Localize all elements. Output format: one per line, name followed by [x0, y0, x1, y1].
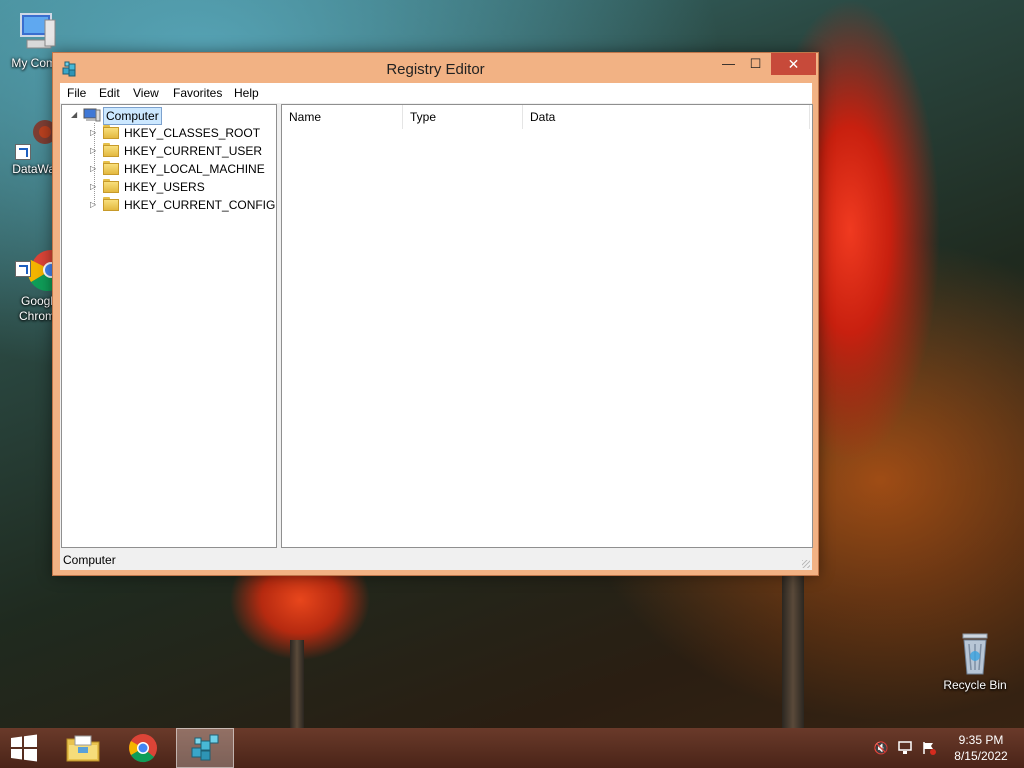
- menu-bar: File Edit View Favorites Help: [60, 83, 812, 103]
- folder-icon: [103, 161, 119, 175]
- registry-tree-pane[interactable]: ◢ Computer ▷ HKEY_CLASSES_ROOT ▷ HKEY_CU…: [61, 104, 277, 548]
- tree-node-label: HKEY_CURRENT_USER: [124, 144, 263, 158]
- folder-icon: [103, 197, 119, 211]
- window-title: Registry Editor: [386, 61, 485, 78]
- title-bar[interactable]: Registry Editor — ☐ ✕: [53, 53, 818, 83]
- clock-time: 9:35 PM: [958, 733, 1004, 747]
- wallpaper-stem: [782, 560, 804, 730]
- menu-favorites[interactable]: Favorites: [173, 86, 222, 100]
- desktop-icon-label: Recycle Bin: [943, 678, 1007, 692]
- taskbar-file-explorer[interactable]: [54, 728, 112, 768]
- folder-icon: [103, 179, 119, 193]
- volume-muted-icon[interactable]: 🔇: [873, 741, 889, 755]
- shortcut-arrow-icon: [15, 261, 31, 277]
- collapse-arrow-icon[interactable]: ◢: [71, 106, 81, 124]
- expand-arrow-icon[interactable]: ▷: [90, 124, 100, 142]
- tree-node-label: HKEY_CLASSES_ROOT: [124, 126, 261, 140]
- registry-values-pane[interactable]: Name Type Data: [281, 104, 813, 548]
- clock-date: 8/15/2022: [954, 749, 1008, 763]
- computer-icon: [15, 10, 59, 54]
- tree-node-hkey-users[interactable]: ▷ HKEY_USERS: [62, 178, 272, 196]
- expand-arrow-icon[interactable]: ▷: [90, 196, 100, 214]
- folder-icon: [103, 125, 119, 139]
- tree-node-label: HKEY_USERS: [124, 180, 205, 194]
- action-center-icon[interactable]: [921, 741, 937, 755]
- tree-node-label: Computer: [103, 107, 162, 125]
- shortcut-arrow-icon: [15, 144, 31, 160]
- menu-edit[interactable]: Edit: [99, 86, 120, 100]
- chrome-icon: [129, 734, 157, 763]
- file-explorer-icon: [66, 735, 100, 762]
- wallpaper-stem: [290, 640, 304, 730]
- minimize-button[interactable]: —: [715, 53, 742, 75]
- tree-node-hkey-local-machine[interactable]: ▷ HKEY_LOCAL_MACHINE: [62, 160, 272, 178]
- resize-grip-icon[interactable]: [802, 560, 810, 568]
- tree-node-hkey-classes-root[interactable]: ▷ HKEY_CLASSES_ROOT: [62, 124, 272, 142]
- menu-view[interactable]: View: [133, 86, 159, 100]
- tree-node-label: HKEY_CURRENT_CONFIG: [124, 198, 276, 212]
- tree-node-hkey-current-user[interactable]: ▷ HKEY_CURRENT_USER: [62, 142, 272, 160]
- registry-editor-window: Registry Editor — ☐ ✕ File Edit View Fav…: [52, 52, 819, 576]
- tree-node-hkey-current-config[interactable]: ▷ HKEY_CURRENT_CONFIG: [62, 196, 276, 214]
- network-icon[interactable]: [897, 741, 913, 755]
- folder-icon: [103, 143, 119, 157]
- taskbar: 🔇 9:35 PM 8/15/2022: [0, 728, 1024, 768]
- column-header-data[interactable]: Data: [523, 105, 810, 129]
- tree-node-computer[interactable]: ◢ Computer: [62, 106, 272, 125]
- status-text: Computer: [63, 553, 116, 567]
- windows-logo-icon: [11, 734, 37, 762]
- taskbar-clock[interactable]: 9:35 PM 8/15/2022: [948, 732, 1014, 764]
- column-header-name[interactable]: Name: [282, 105, 403, 129]
- tree-node-label: HKEY_LOCAL_MACHINE: [124, 162, 265, 176]
- expand-arrow-icon[interactable]: ▷: [90, 178, 100, 196]
- column-header-type[interactable]: Type: [403, 105, 523, 129]
- close-button[interactable]: ✕: [771, 53, 816, 75]
- start-button[interactable]: [0, 728, 48, 768]
- menu-file[interactable]: File: [67, 86, 86, 100]
- taskbar-google-chrome[interactable]: [114, 728, 172, 768]
- desktop-icon-recycle-bin[interactable]: Recycle Bin: [936, 632, 1014, 693]
- window-client-area: File Edit View Favorites Help ◢ Computer…: [60, 83, 813, 570]
- expand-arrow-icon[interactable]: ▷: [90, 160, 100, 178]
- menu-help[interactable]: Help: [234, 86, 259, 100]
- regedit-icon: [191, 734, 219, 761]
- recycle-bin-icon: [953, 632, 997, 676]
- maximize-button[interactable]: ☐: [742, 53, 769, 75]
- expand-arrow-icon[interactable]: ▷: [90, 142, 100, 160]
- taskbar-registry-editor[interactable]: [176, 728, 234, 768]
- status-bar: Computer: [60, 550, 812, 570]
